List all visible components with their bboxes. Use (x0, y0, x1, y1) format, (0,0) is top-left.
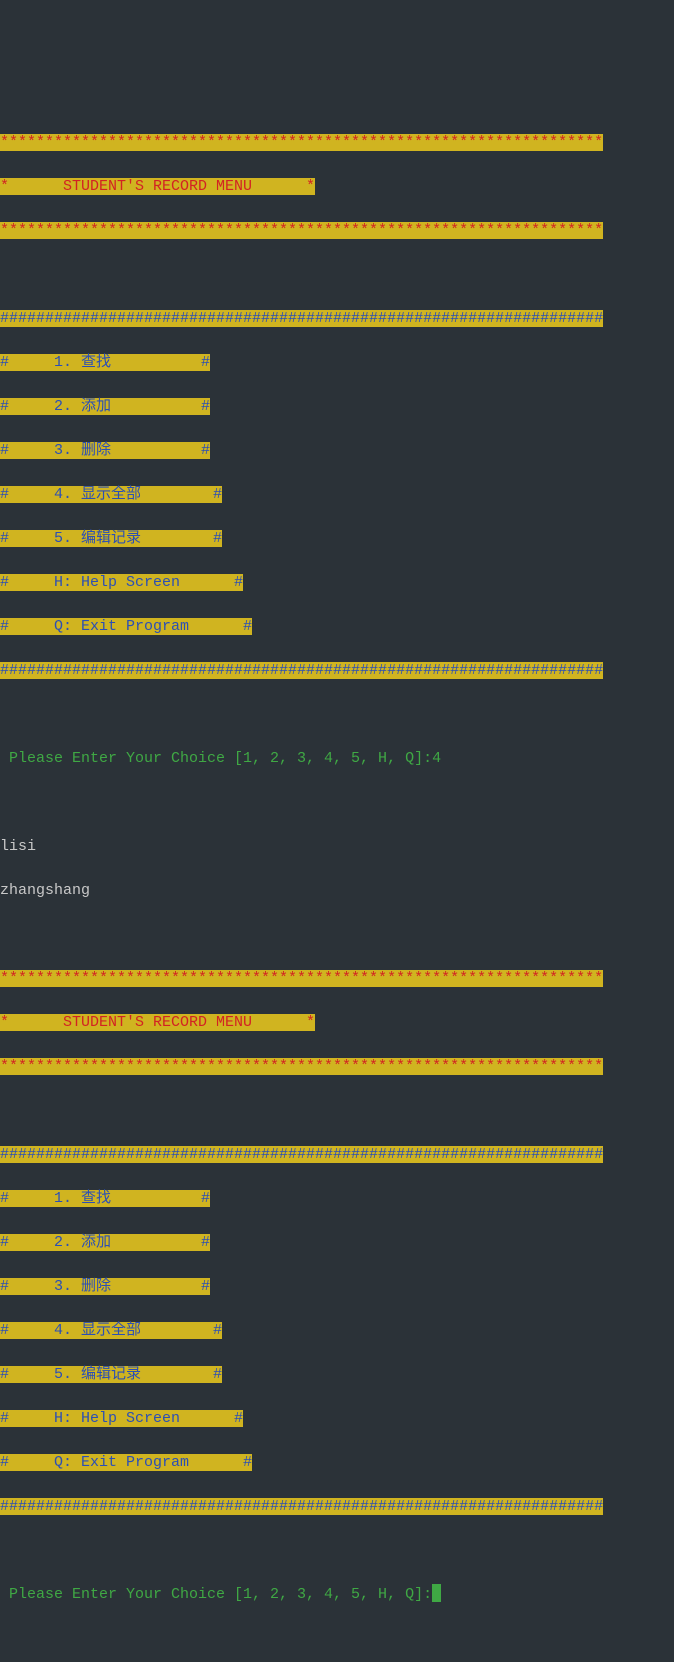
menu-item-help: # H: Help Screen # (0, 574, 243, 591)
menu-hash-border: ########################################… (0, 310, 603, 327)
menu-item-help: # H: Help Screen # (0, 1410, 243, 1427)
menu-item-edit: # 5. 编辑记录 # (0, 530, 222, 547)
menu-hash-border: ########################################… (0, 1498, 603, 1515)
header-title: * STUDENT'S RECORD MENU * (0, 1014, 315, 1031)
menu-item-search: # 1. 查找 # (0, 354, 210, 371)
header-title: * STUDENT'S RECORD MENU * (0, 178, 315, 195)
menu-hash-border: ########################################… (0, 662, 603, 679)
prompt-label: Please Enter Your Choice [1, 2, 3, 4, 5,… (0, 1586, 432, 1603)
menu-item-showall: # 4. 显示全部 # (0, 1322, 222, 1339)
terminal[interactable]: ****************************************… (0, 66, 674, 1628)
cursor (432, 1584, 441, 1602)
output-line: lisi (0, 838, 36, 855)
prompt-label: Please Enter Your Choice [1, 2, 3, 4, 5,… (0, 750, 432, 767)
header-star-border: ****************************************… (0, 970, 603, 987)
header-star-border: ****************************************… (0, 222, 603, 239)
menu-hash-border: ########################################… (0, 1146, 603, 1163)
menu-item-edit: # 5. 编辑记录 # (0, 1366, 222, 1383)
menu-item-delete: # 3. 删除 # (0, 442, 210, 459)
menu-item-showall: # 4. 显示全部 # (0, 486, 222, 503)
prompt-input[interactable]: 4 (432, 750, 441, 767)
menu-item-add: # 2. 添加 # (0, 1234, 210, 1251)
menu-item-delete: # 3. 删除 # (0, 1278, 210, 1295)
header-star-border: ****************************************… (0, 1058, 603, 1075)
menu-item-quit: # Q: Exit Program # (0, 618, 252, 635)
menu-item-add: # 2. 添加 # (0, 398, 210, 415)
menu-item-search: # 1. 查找 # (0, 1190, 210, 1207)
header-star-border: ****************************************… (0, 134, 603, 151)
menu-item-quit: # Q: Exit Program # (0, 1454, 252, 1471)
output-line: zhangshang (0, 882, 90, 899)
